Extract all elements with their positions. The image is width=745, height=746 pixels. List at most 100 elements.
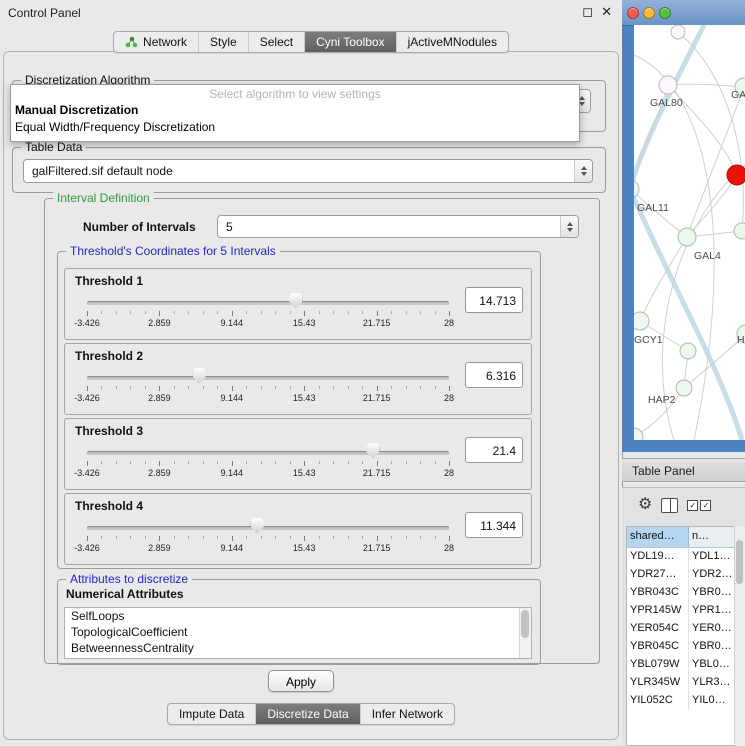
slider-track[interactable] (87, 301, 449, 305)
tab-infer-network[interactable]: Infer Network (360, 704, 454, 724)
slider-minor-tick (290, 536, 291, 539)
slider-major-tick (232, 386, 233, 391)
node-attribute-table: shared… n… YDL19…YDL1…YDR27…YDR2…YBR043C… (626, 526, 735, 746)
tab-impute-data[interactable]: Impute Data (168, 704, 255, 724)
slider-minor-tick (406, 536, 407, 539)
slider-minor-tick (130, 311, 131, 314)
slider-thumb[interactable] (251, 518, 264, 534)
network-node[interactable] (676, 380, 692, 396)
slider-thumb[interactable] (193, 368, 206, 384)
combo-value: 5 (226, 220, 560, 234)
network-canvas[interactable]: GAL80GAGAL11GAL4GCY1HHAP2 (634, 25, 745, 440)
network-node[interactable] (680, 343, 696, 359)
control-panel-titlebar[interactable]: Control Panel ◻ ✕ (0, 0, 622, 26)
dropdown-placeholder-item[interactable]: Select algorithm to view settings (11, 87, 579, 102)
attribute-list-item[interactable]: SelfLoops (65, 608, 531, 624)
select-all-checkbox-icon[interactable]: ✓ (687, 500, 698, 511)
list-scrollbar[interactable] (519, 608, 531, 658)
column-header-shared-name[interactable]: shared… (627, 527, 689, 547)
table-row[interactable]: YDR27…YDR2… (627, 566, 734, 584)
slider-minor-tick (188, 311, 189, 314)
threshold-2-slider[interactable] (87, 368, 449, 386)
slider-minor-tick (435, 311, 436, 314)
window-minimize-button[interactable] (643, 7, 655, 19)
table-row[interactable]: YLR345WYLR3… (627, 674, 734, 692)
slider-thumb[interactable] (289, 293, 302, 309)
apply-button[interactable]: Apply (268, 670, 334, 692)
scrollbar-thumb[interactable] (521, 610, 529, 638)
attribute-list-item[interactable]: BetweennessCentrality (65, 640, 531, 656)
scrollbar-thumb[interactable] (736, 540, 743, 584)
slider-minor-tick (101, 386, 102, 389)
slider-minor-tick (246, 536, 247, 539)
threshold-4-slider[interactable] (87, 518, 449, 536)
combo-stepper-icon[interactable] (560, 216, 578, 237)
dropdown-option-manual-discretization[interactable]: Manual Discretization (11, 102, 579, 119)
threshold-value-field[interactable]: 21.4 (465, 437, 523, 463)
table-data-combobox[interactable]: galFiltered.sif default node (23, 159, 593, 183)
table-header-row: shared… n… (627, 527, 734, 548)
table-row[interactable]: YBR043CYBR0… (627, 584, 734, 602)
threshold-value-field[interactable]: 11.344 (465, 512, 523, 538)
window-close-button[interactable] (627, 7, 639, 19)
slider-track[interactable] (87, 526, 449, 530)
combo-stepper-icon[interactable] (574, 160, 592, 182)
tab-network[interactable]: Network (114, 32, 198, 52)
slider-minor-tick (261, 386, 262, 389)
tab-style[interactable]: Style (198, 32, 248, 52)
network-node[interactable] (734, 223, 745, 239)
table-row[interactable]: YIL052CYIL0… (627, 692, 734, 710)
attribute-list-item[interactable]: TopologicalCoefficient (65, 624, 531, 640)
columns-icon[interactable] (661, 498, 678, 513)
network-node[interactable] (634, 312, 649, 330)
threshold-value-field[interactable]: 6.316 (465, 362, 523, 388)
threshold-value-field[interactable]: 14.713 (465, 287, 523, 313)
network-node[interactable] (678, 228, 696, 246)
table-row[interactable]: YPR145WYPR1… (627, 602, 734, 620)
table-row[interactable]: YBL079WYBL0… (627, 656, 734, 674)
slider-minor-tick (217, 386, 218, 389)
slider-major-tick (87, 311, 88, 316)
window-zoom-button[interactable] (659, 7, 671, 19)
tab-discretize-data[interactable]: Discretize Data (255, 704, 359, 724)
float-window-icon[interactable]: ◻ (582, 4, 593, 20)
slider-minor-tick (319, 461, 320, 464)
slider-minor-tick (435, 386, 436, 389)
threshold-3-slider[interactable] (87, 443, 449, 461)
slider-track[interactable] (87, 451, 449, 455)
network-node-label: GA (731, 89, 745, 101)
column-header-name[interactable]: n… (689, 527, 734, 547)
slider-minor-tick (290, 461, 291, 464)
network-node[interactable] (727, 165, 745, 185)
tab-select[interactable]: Select (248, 32, 304, 52)
network-node[interactable] (634, 428, 643, 440)
gear-icon[interactable]: ⚙ (638, 497, 652, 513)
network-node[interactable] (634, 180, 639, 198)
table-row[interactable]: YER054CYER0… (627, 620, 734, 638)
slider-thumb[interactable] (366, 443, 379, 459)
close-window-icon[interactable]: ✕ (601, 4, 612, 20)
network-view-window: GAL80GAGAL11GAL4GCY1HHAP2 (622, 0, 745, 452)
tab-jactivemnodules[interactable]: jActiveMNodules (396, 32, 508, 52)
network-node[interactable] (659, 76, 677, 94)
threshold-1-slider[interactable] (87, 293, 449, 311)
dropdown-option-equal-width-frequency[interactable]: Equal Width/Frequency Discretization (11, 119, 579, 136)
group-title: Interval Definition (53, 191, 154, 205)
network-window-titlebar[interactable] (622, 0, 745, 26)
slider-minor-tick (145, 461, 146, 464)
table-cell: YIL052C (627, 692, 689, 710)
numerical-attributes-list[interactable]: SelfLoopsTopologicalCoefficientBetweenne… (64, 607, 532, 659)
slider-minor-tick (261, 461, 262, 464)
table-cell: YBL079W (627, 656, 689, 674)
slider-tick-label: 28 (444, 468, 454, 478)
number-of-intervals-combobox[interactable]: 5 (217, 215, 579, 238)
tab-cyni-toolbox[interactable]: Cyni Toolbox (304, 32, 395, 52)
network-node[interactable] (671, 25, 685, 39)
table-row[interactable]: YDL19…YDL1… (627, 548, 734, 566)
slider-track[interactable] (87, 376, 449, 380)
slider-tick-label: 15.43 (293, 468, 316, 478)
select-none-checkbox-icon[interactable]: ✓ (700, 500, 711, 511)
slider-tick-label: 21.715 (363, 393, 391, 403)
table-row[interactable]: YBR045CYBR0… (627, 638, 734, 656)
table-vertical-scrollbar[interactable] (734, 526, 745, 746)
